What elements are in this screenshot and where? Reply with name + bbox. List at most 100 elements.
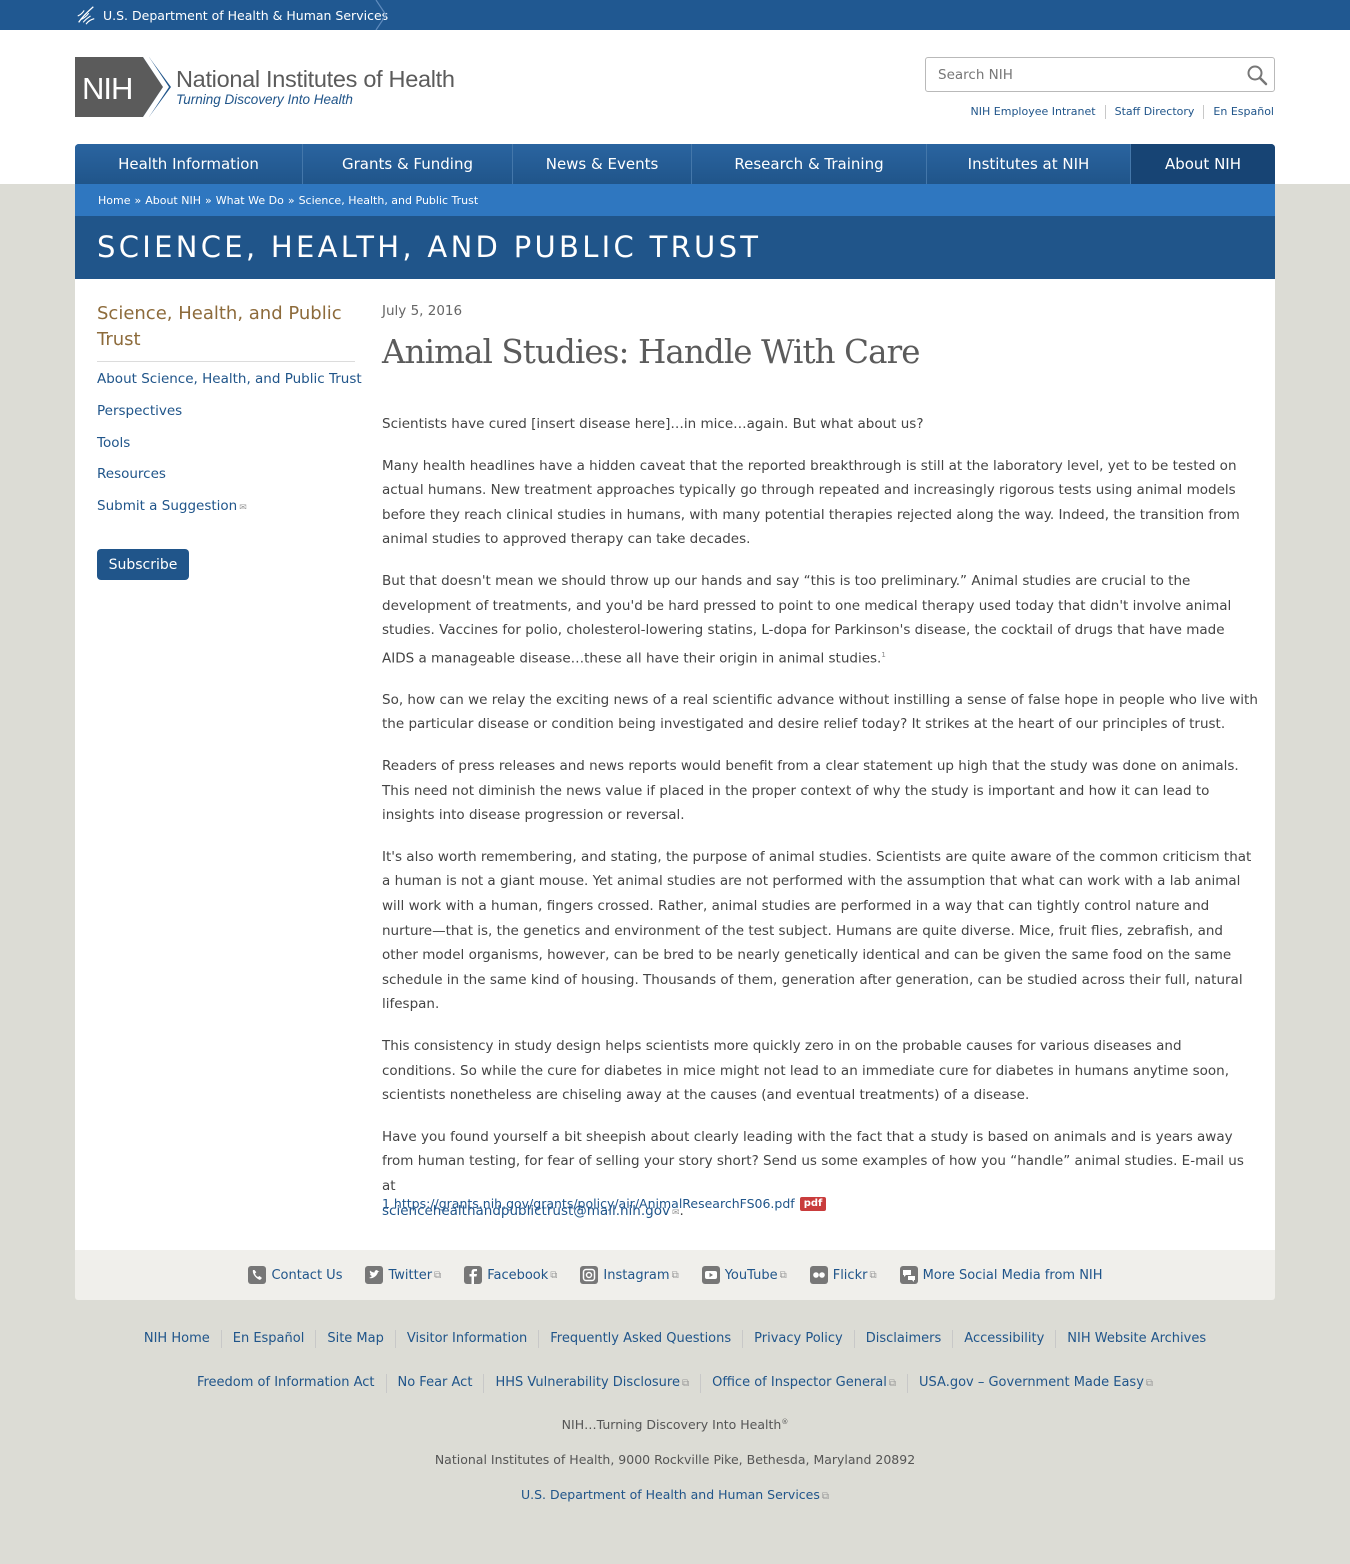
external-link-icon: ⧉ bbox=[779, 1269, 787, 1281]
social-youtube[interactable]: YouTube ⧉ bbox=[701, 1265, 787, 1285]
footnote: 1 https://grants.nih.gov/grants/policy/a… bbox=[382, 1196, 827, 1211]
nav-research-training[interactable]: Research & Training bbox=[692, 144, 927, 184]
footer-link-privacy-policy[interactable]: Privacy Policy bbox=[742, 1330, 854, 1348]
footer-link-visitor-information[interactable]: Visitor Information bbox=[394, 1330, 538, 1348]
sidebar-item-resources[interactable]: Resources bbox=[97, 466, 362, 498]
email-icon: ✉ bbox=[239, 503, 247, 513]
external-link-icon: ⧉ bbox=[821, 1491, 830, 1502]
article-paragraph-text: But that doesn't mean we should throw up… bbox=[382, 572, 1232, 667]
footer-link-label: USA.gov – Government Made Easy bbox=[919, 1375, 1144, 1390]
article-paragraph: Many health headlines have a hidden cave… bbox=[382, 457, 1240, 548]
footnote-marker[interactable]: 1 bbox=[881, 651, 885, 659]
external-link-icon: ⧉ bbox=[681, 1378, 690, 1389]
hhs-eagle-icon bbox=[77, 6, 95, 25]
external-link-icon: ⧉ bbox=[550, 1269, 558, 1281]
hhs-bar: U.S. Department of Health & Human Servic… bbox=[0, 0, 1350, 30]
facebook-icon bbox=[464, 1266, 483, 1284]
social-more[interactable]: More Social Media from NIH bbox=[899, 1265, 1103, 1285]
social-bar: Contact Us Twitter ⧉ Facebook ⧉ Instagram ⧉… bbox=[75, 1250, 1275, 1300]
article-paragraph: This consistency in study design helps s… bbox=[382, 1037, 1229, 1104]
social-facebook[interactable]: Facebook ⧉ bbox=[463, 1265, 557, 1285]
article-body: Scientists have cured [insert disease he… bbox=[382, 412, 1258, 1242]
search-input[interactable] bbox=[926, 58, 1236, 91]
search-box bbox=[925, 57, 1275, 92]
external-link-icon: ⧉ bbox=[671, 1269, 679, 1281]
footer-link-inspector-general[interactable]: Office of Inspector General ⧉ bbox=[700, 1374, 907, 1393]
subscribe-button[interactable]: Subscribe bbox=[97, 549, 189, 580]
youtube-icon bbox=[701, 1266, 720, 1284]
hhs-label: U.S. Department of Health & Human Servic… bbox=[103, 7, 389, 23]
breadcrumb-separator: » bbox=[287, 193, 295, 207]
content-area: Science, Health, and Public Trust About … bbox=[75, 279, 1275, 1250]
footer-link-accessibility[interactable]: Accessibility bbox=[952, 1330, 1055, 1348]
footer-link-archives[interactable]: NIH Website Archives bbox=[1055, 1330, 1217, 1348]
breadcrumb-home[interactable]: Home bbox=[98, 194, 130, 207]
breadcrumb-about-nih[interactable]: About NIH bbox=[145, 194, 201, 207]
footer-hhs: U.S. Department of Health and Human Serv… bbox=[0, 1487, 1350, 1502]
social-instagram[interactable]: Instagram ⧉ bbox=[579, 1265, 679, 1285]
sidebar-title: Science, Health, and Public Trust bbox=[97, 301, 355, 362]
utility-link-espanol[interactable]: En Español bbox=[1203, 105, 1274, 119]
footer-link-faq[interactable]: Frequently Asked Questions bbox=[538, 1330, 742, 1348]
nav-news-events[interactable]: News & Events bbox=[513, 144, 692, 184]
footer-link-vulnerability-disclosure[interactable]: HHS Vulnerability Disclosure ⧉ bbox=[483, 1374, 700, 1393]
search-icon[interactable] bbox=[1246, 64, 1268, 86]
social-label: Instagram bbox=[603, 1267, 670, 1283]
nav-institutes[interactable]: Institutes at NIH bbox=[927, 144, 1131, 184]
sidebar-item-perspectives[interactable]: Perspectives bbox=[97, 403, 362, 435]
sidebar-item-about[interactable]: About Science, Health, and Public Trust bbox=[97, 371, 362, 403]
social-label: Contact Us bbox=[271, 1267, 343, 1283]
footer-link-disclaimers[interactable]: Disclaimers bbox=[853, 1330, 953, 1348]
footer-link-site-map[interactable]: Site Map bbox=[315, 1330, 395, 1348]
footer-hhs-link[interactable]: U.S. Department of Health and Human Serv… bbox=[521, 1487, 829, 1502]
external-link-icon: ⧉ bbox=[434, 1269, 442, 1281]
footer-link-nih-home[interactable]: NIH Home bbox=[133, 1330, 221, 1348]
nav-grants-funding[interactable]: Grants & Funding bbox=[303, 144, 513, 184]
logo-badge-text: NIH bbox=[82, 71, 132, 106]
flickr-icon bbox=[809, 1266, 828, 1284]
footer-tagline-text: NIH…Turning Discovery Into Health bbox=[561, 1417, 782, 1432]
article-date: July 5, 2016 bbox=[382, 303, 463, 319]
footer-link-label: HHS Vulnerability Disclosure bbox=[495, 1375, 680, 1390]
hhs-link[interactable]: U.S. Department of Health & Human Servic… bbox=[75, 0, 388, 30]
page-title: SCIENCE, HEALTH, AND PUBLIC TRUST bbox=[97, 230, 762, 264]
external-link-icon: ⧉ bbox=[888, 1378, 897, 1389]
nav-about-nih[interactable]: About NIH bbox=[1131, 144, 1275, 184]
article-paragraph: Scientists have cured [insert disease he… bbox=[382, 416, 924, 432]
sidebar-item-submit-suggestion[interactable]: Submit a Suggestion ✉ bbox=[97, 498, 362, 530]
nih-logo[interactable]: NIH National Institutes of Health Turnin… bbox=[75, 57, 455, 117]
utility-link-intranet[interactable]: NIH Employee Intranet bbox=[962, 105, 1105, 119]
breadcrumb-current: Science, Health, and Public Trust bbox=[298, 193, 479, 207]
breadcrumb-what-we-do[interactable]: What We Do bbox=[216, 194, 284, 207]
footer-link-foia[interactable]: Freedom of Information Act bbox=[186, 1374, 386, 1393]
social-label: Flickr bbox=[832, 1267, 868, 1283]
article-title: Animal Studies: Handle With Care bbox=[382, 333, 920, 371]
social-flickr[interactable]: Flickr ⧉ bbox=[809, 1265, 877, 1285]
footer-link-usa-gov[interactable]: USA.gov – Government Made Easy ⧉ bbox=[907, 1374, 1164, 1393]
external-link-icon: ⧉ bbox=[1145, 1378, 1154, 1389]
social-contact-us[interactable]: Contact Us bbox=[247, 1265, 342, 1285]
sidebar-nav: About Science, Health, and Public Trust … bbox=[97, 371, 362, 530]
utility-link-staff-directory[interactable]: Staff Directory bbox=[1104, 105, 1204, 119]
nav-health-information[interactable]: Health Information bbox=[75, 144, 303, 184]
instagram-icon bbox=[580, 1266, 599, 1284]
article-paragraph: Readers of press releases and news repor… bbox=[382, 758, 1239, 824]
logo-title: National Institutes of Health bbox=[176, 66, 455, 92]
breadcrumb-separator: » bbox=[134, 193, 142, 207]
chevron-divider-icon bbox=[375, 0, 387, 30]
nih-logo-badge: NIH bbox=[75, 57, 171, 117]
footer-tagline: NIH…Turning Discovery Into Health® bbox=[0, 1417, 1350, 1432]
page-title-band: SCIENCE, HEALTH, AND PUBLIC TRUST bbox=[75, 216, 1275, 279]
footer-link-no-fear-act[interactable]: No Fear Act bbox=[385, 1374, 484, 1393]
social-label: Twitter bbox=[388, 1267, 433, 1283]
social-label: Facebook bbox=[487, 1267, 549, 1283]
registered-mark: ® bbox=[781, 1417, 789, 1426]
footer-link-espanol[interactable]: En Español bbox=[220, 1330, 316, 1348]
main-nav: Health Information Grants & Funding News… bbox=[75, 144, 1275, 184]
twitter-icon bbox=[365, 1266, 384, 1284]
footnote-link[interactable]: 1 https://grants.nih.gov/grants/policy/a… bbox=[382, 1196, 795, 1211]
sidebar-item-tools[interactable]: Tools bbox=[97, 435, 362, 467]
social-twitter[interactable]: Twitter ⧉ bbox=[364, 1265, 441, 1285]
article-paragraph: So, how can we relay the exciting news o… bbox=[382, 691, 1258, 733]
breadcrumb-separator: » bbox=[204, 193, 212, 207]
